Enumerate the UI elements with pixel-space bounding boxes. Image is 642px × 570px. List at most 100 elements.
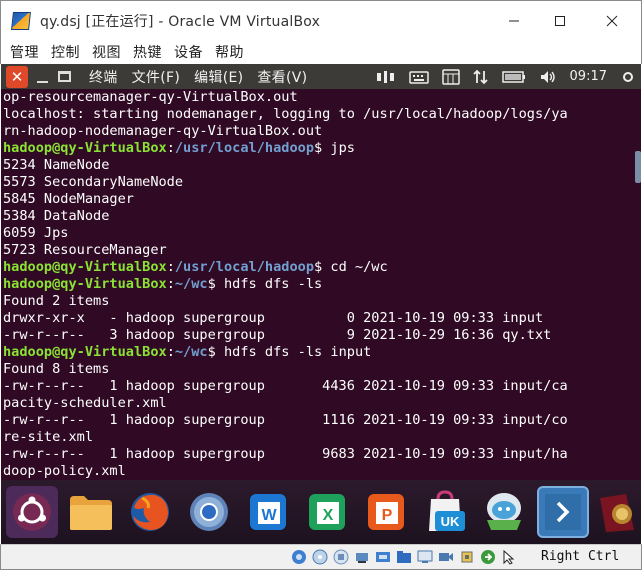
menu-view[interactable]: 视图 — [92, 42, 121, 62]
keyboard-icon[interactable] — [408, 64, 429, 89]
prompt-separator: : — [166, 140, 175, 156]
svg-text:W: W — [261, 507, 277, 524]
firefox-icon[interactable] — [124, 486, 176, 538]
minimize-icon — [509, 20, 519, 22]
vbox-menubar: 管理 控制 视图 热键 设备 帮助 — [0, 40, 642, 64]
wps-writer-icon[interactable]: W — [242, 486, 294, 538]
prompt-command: $ hdfs dfs -ls input — [207, 344, 372, 360]
terminal-output-line: Found 2 items — [3, 293, 110, 309]
terminal-lines: op-resourcemanager-qy-VirtualBox.out loca… — [1, 89, 641, 480]
close-icon — [606, 15, 618, 27]
terminal-prompt-line: hadoop@qy-VirtualBox:/usr/local/hadoop$ … — [1, 140, 641, 157]
close-button[interactable] — [583, 1, 641, 41]
terminal-scrollbar[interactable] — [635, 151, 641, 183]
terminal-icon[interactable] — [537, 486, 589, 538]
terminal-output-line: -rw-r--r-- 1 hadoop supergroup 1116 2021… — [3, 412, 568, 428]
video-capture-icon[interactable] — [437, 548, 454, 565]
statusbar-device-icons — [290, 548, 521, 565]
svg-text:UK: UK — [441, 514, 460, 529]
network-icon[interactable] — [376, 64, 396, 89]
svg-text:X: X — [323, 507, 334, 524]
terminal-output-line: pacity-scheduler.xml — [3, 395, 167, 411]
terminal-output-line: rn-hadoop-nodemanager-qy-VirtualBox.out — [3, 123, 323, 139]
optical-disc-icon[interactable] — [311, 548, 328, 565]
terminal-output-line: localhost: starting nodemanager, logging… — [3, 106, 568, 122]
arrow-icon[interactable] — [479, 548, 496, 565]
terminal-output-line: 5384 DataNode — [3, 208, 110, 224]
menu-edit[interactable]: 编辑(E) — [194, 67, 243, 87]
host-key-label: Right Ctrl — [541, 549, 620, 564]
menu-file[interactable]: 文件(F) — [132, 67, 180, 87]
window-title: qy.dsj [正在运行] - Oracle VM VirtualBox — [40, 13, 321, 30]
terminal-output-line: Found 8 items — [3, 361, 110, 377]
terminal-output-line: -rw-r--r-- 3 hadoop supergroup 9 2021-10… — [3, 327, 552, 343]
audio-icon[interactable] — [332, 548, 349, 565]
panel-indicators: 09:17 — [376, 64, 641, 89]
files-icon[interactable] — [65, 486, 117, 538]
display-icon[interactable] — [416, 548, 433, 565]
terminal-output[interactable]: op-resourcemanager-qy-VirtualBox.out loca… — [1, 89, 641, 480]
menu-hotkey[interactable]: 热键 — [133, 42, 162, 62]
terminal-prompt-line: hadoop@qy-VirtualBox:/usr/local/hadoop$ … — [1, 259, 641, 276]
vbox-statusbar: Right Ctrl — [0, 544, 642, 570]
terminal-output-line: 5573 SecondaryNameNode — [3, 174, 184, 190]
prompt-user: hadoop@qy-VirtualBox — [3, 259, 167, 275]
prompt-path: ~/wc — [174, 344, 208, 360]
terminal-output-line: -rw-r--r-- 1 hadoop supergroup 9683 2021… — [3, 446, 568, 462]
terminal-output-line: 5845 NodeManager — [3, 191, 134, 207]
window-titlebar[interactable]: qy.dsj [正在运行] - Oracle VM VirtualBox — [0, 0, 642, 40]
prompt-path: ~/wc — [174, 276, 208, 292]
prompt-separator: : — [166, 276, 175, 292]
maximize-icon — [555, 16, 565, 26]
chromium-icon[interactable] — [183, 486, 235, 538]
network-icon[interactable] — [353, 548, 370, 565]
wps-spreadsheet-icon[interactable]: X — [301, 486, 353, 538]
terminal-output-line: doop-policy.xml — [3, 463, 126, 479]
menu-help[interactable]: 帮助 — [215, 42, 244, 62]
prompt-command: $ cd ~/wc — [314, 259, 388, 275]
terminal-output-line: 6059 Jps — [3, 225, 69, 241]
terminal-minimize-button[interactable] — [34, 69, 50, 85]
terminal-prompt-line: hadoop@qy-VirtualBox:~/wc$ hdfs dfs -ls … — [1, 344, 641, 361]
prompt-path: /usr/local/hadoop — [174, 259, 315, 275]
terminal-prompt-line: hadoop@qy-VirtualBox:~/wc$ hdfs dfs -ls — [1, 276, 641, 293]
wine-icon[interactable] — [596, 486, 636, 538]
battery-icon[interactable] — [501, 64, 526, 89]
menu-terminal[interactable]: 终端 — [89, 67, 118, 87]
prompt-separator: : — [166, 259, 175, 275]
shared-folder-icon[interactable] — [395, 548, 412, 565]
prompt-user: hadoop@qy-VirtualBox — [3, 276, 167, 292]
volume-icon[interactable] — [539, 64, 557, 89]
ibus-icon[interactable] — [441, 64, 460, 89]
menu-manage[interactable]: 管理 — [10, 42, 39, 62]
cpu-icon[interactable] — [458, 548, 475, 565]
wps-presentation-icon[interactable]: P — [360, 486, 412, 538]
transfer-icon[interactable] — [472, 64, 489, 89]
menu-devices[interactable]: 设备 — [174, 42, 203, 62]
ubuntu-kylin-software-icon[interactable]: UK — [419, 486, 471, 538]
terminal-maximize-button[interactable] — [58, 71, 71, 82]
maximize-button[interactable] — [537, 1, 583, 41]
clock[interactable]: 09:17 — [570, 69, 607, 84]
terminal-output-line: drwxr-xr-x - hadoop supergroup 0 2021-10… — [3, 310, 544, 326]
hdd-icon[interactable] — [290, 548, 307, 565]
window-controls — [491, 1, 641, 41]
virtualbox-guest-icon[interactable] — [478, 486, 530, 538]
terminal-output-line: 5234 NameNode — [3, 157, 110, 173]
ubuntu-dock: W X P UK — [1, 480, 641, 544]
menu-control[interactable]: 控制 — [51, 42, 80, 62]
terminal-close-button[interactable]: ✕ — [6, 65, 28, 88]
mouse-integration-icon[interactable] — [500, 548, 517, 565]
virtualbox-vm-icon — [11, 11, 31, 31]
prompt-path: /usr/local/hadoop — [174, 140, 315, 156]
menu-view-terminal[interactable]: 查看(V) — [257, 67, 307, 87]
prompt-separator: : — [166, 344, 175, 360]
usb-icon[interactable] — [374, 548, 391, 565]
ubuntu-software-icon[interactable] — [6, 486, 58, 538]
prompt-user: hadoop@qy-VirtualBox — [3, 344, 167, 360]
minimize-button[interactable] — [491, 1, 537, 41]
ubuntu-top-panel: ✕ 终端 文件(F) 编辑(E) 查看(V) 09:17 — [1, 64, 641, 89]
terminal-output-line: -rw-r--r-- 1 hadoop supergroup 4436 2021… — [3, 378, 568, 394]
terminal-output-line: 5723 ResourceManager — [3, 242, 167, 258]
power-gear-icon[interactable] — [621, 64, 635, 89]
